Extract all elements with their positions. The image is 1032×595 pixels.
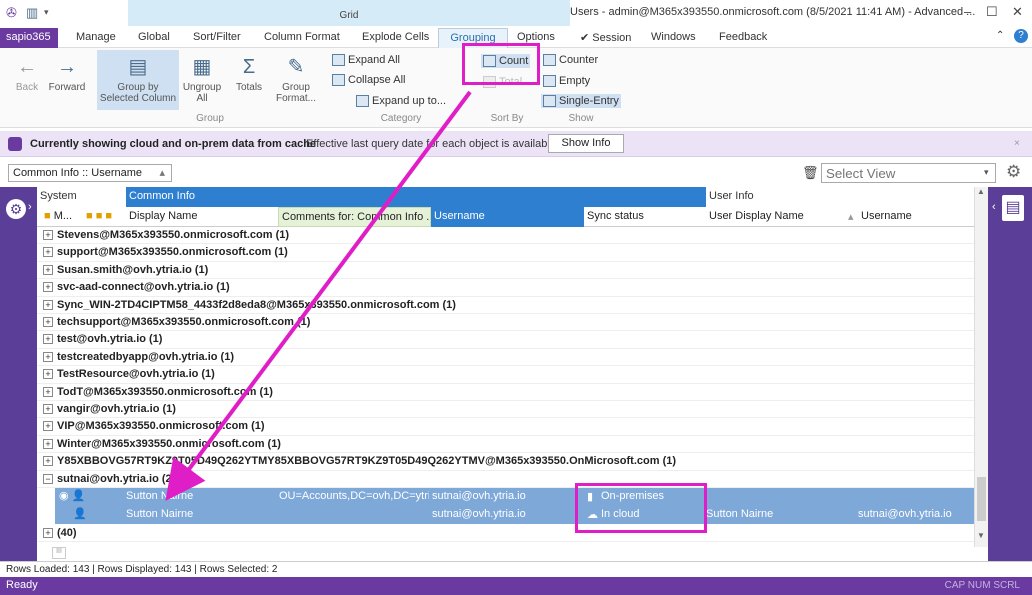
annotation-arrow — [165, 90, 472, 501]
